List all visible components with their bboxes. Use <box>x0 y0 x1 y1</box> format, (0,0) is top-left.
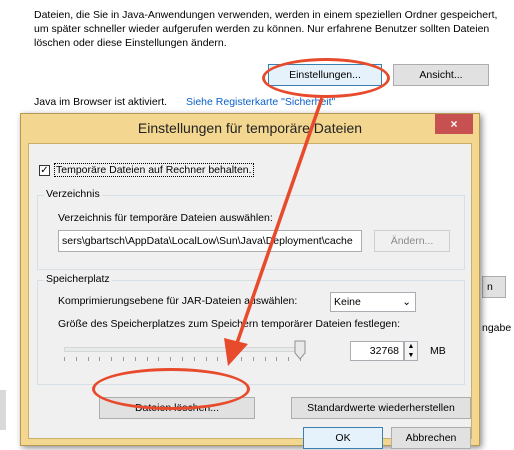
slider-tick <box>241 357 242 361</box>
slider-tick <box>276 357 277 361</box>
annotation-circle-settings <box>262 58 390 98</box>
close-icon: × <box>450 117 458 131</box>
slider-tick <box>88 357 89 361</box>
slider-tick <box>64 357 65 361</box>
dialog-titlebar[interactable]: Einstellungen für temporäre Dateien × <box>21 114 479 142</box>
storage-size-spinner[interactable]: ▲ ▼ <box>404 341 418 361</box>
storage-size-input[interactable]: 32768 <box>350 341 404 361</box>
slider-tick <box>217 357 218 361</box>
slider-tick <box>182 357 183 361</box>
java-browser-status: Java im Browser ist aktiviert. <box>34 96 168 108</box>
view-button[interactable]: Ansicht... <box>393 64 489 86</box>
temp-files-settings-dialog: Einstellungen für temporäre Dateien × ✓ … <box>20 113 480 449</box>
directory-group-label: Verzeichnis <box>44 188 102 200</box>
compression-select[interactable]: Keine ⌄ <box>330 292 416 312</box>
slider-tick <box>170 357 171 361</box>
directory-path-field[interactable]: sers\gbartsch\AppData\LocalLow\Sun\Java\… <box>58 230 362 252</box>
storage-group-label: Speicherplatz <box>44 273 112 285</box>
background-partial-text: ngabe <box>482 322 512 334</box>
storage-size-slider[interactable] <box>58 337 306 365</box>
security-tab-link[interactable]: Siehe Registerkarte "Sicherheit" <box>186 96 335 108</box>
slider-thumb[interactable] <box>294 340 306 360</box>
annotation-circle-delete <box>92 368 250 410</box>
keep-files-label[interactable]: Temporäre Dateien auf Rechner behalten. <box>54 163 254 177</box>
slider-tick <box>99 357 100 361</box>
storage-unit: MB <box>430 345 446 357</box>
directory-group: Verzeichnis Verzeichnis für temporäre Da… <box>37 188 465 270</box>
close-button[interactable]: × <box>435 114 473 134</box>
slider-tick <box>253 357 254 361</box>
slider-track <box>64 347 302 352</box>
storage-size-label: Größe des Speicherplatzes zum Speichern … <box>58 318 401 330</box>
storage-group: Speicherplatz Komprimierungsebene für JA… <box>37 273 465 385</box>
temp-files-description: Dateien, die Sie in Java-Anwendungen ver… <box>34 9 498 49</box>
cancel-button[interactable]: Abbrechen <box>391 427 471 449</box>
slider-tick <box>123 357 124 361</box>
keep-files-checkbox[interactable]: ✓ <box>39 165 50 176</box>
restore-defaults-button[interactable]: Standardwerte wiederherstellen <box>291 397 471 419</box>
dialog-title: Einstellungen für temporäre Dateien <box>137 120 363 136</box>
slider-tick <box>265 357 266 361</box>
slider-tick <box>229 357 230 361</box>
compression-label: Komprimierungsebene für JAR-Dateien ausw… <box>58 295 298 307</box>
ok-button[interactable]: OK <box>303 427 383 449</box>
slider-tick <box>135 357 136 361</box>
spinner-down-icon[interactable]: ▼ <box>405 351 417 360</box>
slider-tick <box>206 357 207 361</box>
compression-value: Keine <box>334 296 361 308</box>
change-directory-button[interactable]: Ändern... <box>374 230 450 252</box>
checkmark-icon: ✓ <box>40 165 49 176</box>
background-partial-button[interactable]: n <box>482 276 506 298</box>
background-edge <box>0 390 6 430</box>
chevron-down-icon: ⌄ <box>402 296 411 308</box>
spinner-up-icon[interactable]: ▲ <box>405 342 417 351</box>
slider-tick <box>288 357 289 361</box>
slider-tick <box>194 357 195 361</box>
slider-tick <box>158 357 159 361</box>
directory-instruction: Verzeichnis für temporäre Dateien auswäh… <box>58 212 273 224</box>
slider-tick <box>147 357 148 361</box>
slider-tick <box>111 357 112 361</box>
slider-tick <box>76 357 77 361</box>
